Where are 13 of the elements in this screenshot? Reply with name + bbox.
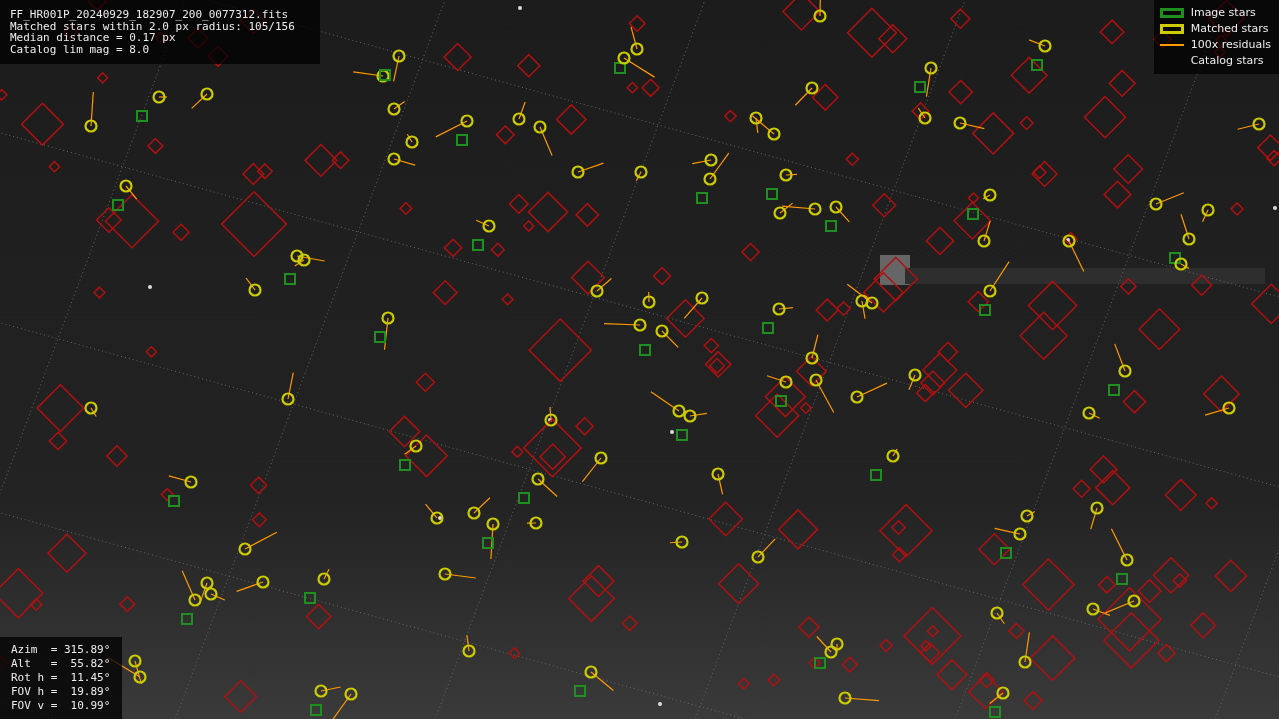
pointing-text: Rot h = 11.45°: [11, 671, 112, 685]
info-text: Matched stars within 2.0 px radius: 105/156: [10, 20, 296, 32]
info-text: Catalog lim mag = 8.0: [10, 43, 151, 55]
pointing-text: Alt = 55.82°: [11, 657, 112, 671]
legend-label: 100x residuals: [1190, 36, 1271, 53]
pointing-text: FOV h = 19.89°: [11, 685, 112, 699]
info-text: Median distance = 0.17 px: [10, 32, 176, 44]
legend-label: Catalog stars: [1190, 52, 1264, 69]
legend-label: Matched stars: [1190, 20, 1269, 37]
pointing-text: FOV v = 10.99°: [11, 699, 112, 713]
legend-label: Image stars: [1190, 4, 1256, 21]
pointing-text: Azim = 315.89°: [11, 643, 112, 657]
info-text: FF_HR001P_20240929_182907_200_0077312.fits: [10, 9, 290, 21]
